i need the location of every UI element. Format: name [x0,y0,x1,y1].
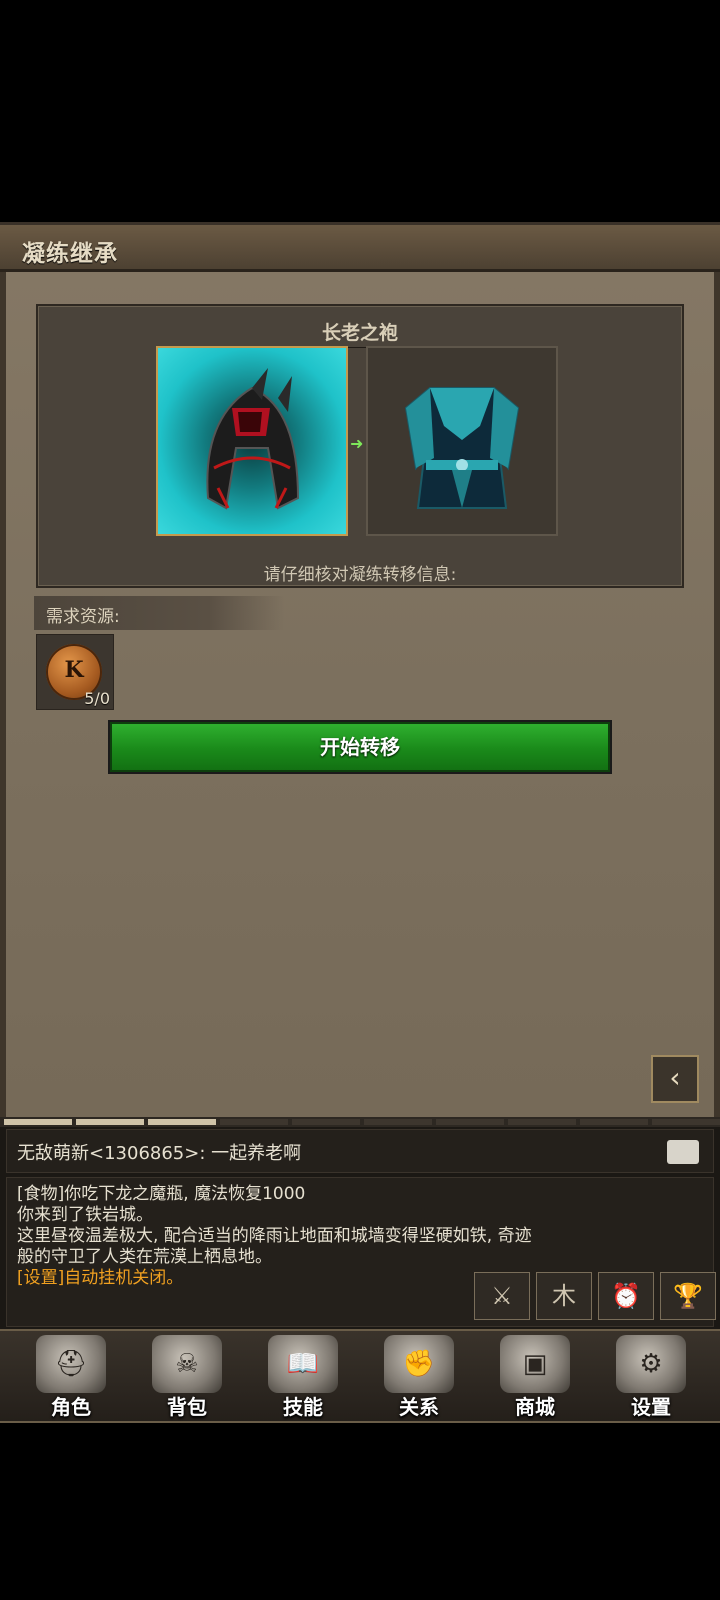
teal-robe-icon [404,387,520,509]
tree-icon[interactable]: 木 [536,1272,592,1320]
log-line: 这里昼夜温差极大, 配合适当的降雨让地面和城墙变得坚硬如铁, 奇迹 [17,1226,532,1246]
chat-tabs [0,1117,720,1127]
chest-icon: ▣ [500,1335,570,1393]
clock-icon[interactable]: ⏰ [598,1272,654,1320]
title-bar: 凝练继承 [0,222,720,272]
gear-icon: ⚙ [616,1335,686,1393]
chat-tab[interactable] [364,1119,432,1125]
nav-item[interactable]: ⛑ 角色 [16,1331,126,1423]
auto-battle-icon[interactable]: ⚔ [474,1272,530,1320]
back-arrow-icon[interactable]: ‹ [651,1055,699,1103]
nav-item[interactable]: ☠ 背包 [132,1331,242,1423]
nav-item[interactable]: 📖 技能 [248,1331,358,1423]
chat-message-text: 无敌萌新<1306865>: 一起养老啊 [17,1143,302,1164]
handshake-icon: ✊ [384,1335,454,1393]
dark-helmet-icon [206,368,300,510]
chat-tab[interactable] [220,1119,288,1125]
resources-header: 需求资源: [34,596,284,630]
spellbook-icon: 📖 [268,1335,338,1393]
info-text: 请仔细核对凝练转移信息: [263,565,457,585]
item-name: 长老之袍 [321,322,398,344]
nav-label: 背包 [167,1395,207,1419]
log-line: [食物]你吃下龙之魔瓶, 魔法恢复1000 [17,1184,306,1204]
chat-tab[interactable] [148,1119,216,1125]
nav-label: 技能 [283,1395,323,1419]
nav-item[interactable]: ⚙ 设置 [596,1331,706,1423]
chat-message[interactable]: 无敌萌新<1306865>: 一起养老啊 [6,1129,714,1173]
chat-tab[interactable] [580,1119,648,1125]
trophy-icon[interactable]: 🏆 [660,1272,716,1320]
nav-label: 设置 [631,1395,671,1419]
nav-label: 商城 [515,1395,555,1419]
nav-item[interactable]: ✊ 关系 [364,1331,474,1423]
chat-tab[interactable] [436,1119,504,1125]
log-line: 般的守卫了人类在荒漠上栖息地。 [17,1247,272,1267]
chat-tab[interactable] [4,1119,72,1125]
bottom-nav: ⛑ 角色 ☠ 背包 📖 技能 ✊ 关系 ▣ 商城 ⚙ 设置 [0,1329,720,1423]
chat-tab[interactable] [76,1119,144,1125]
log-line: 你来到了铁岩城。 [17,1205,153,1225]
nav-item[interactable]: ▣ 商城 [480,1331,590,1423]
chat-bubble-icon[interactable] [667,1140,699,1164]
bag-icon: ☠ [152,1335,222,1393]
log-line: [设置]自动挂机关闭。 [17,1268,184,1288]
source-item-slot[interactable] [156,346,348,536]
item-box: 长老之袍 ➜ 请仔细核对凝练转移信息: [36,304,684,588]
resource-count: 5/0 [84,689,110,708]
page-title: 凝练继承 [22,241,118,267]
start-transfer-button[interactable]: 开始转移 [108,720,612,774]
transfer-arrow-icon: ➜ [350,434,364,453]
helmet-icon: ⛑ [36,1335,106,1393]
resources-header-label: 需求资源: [46,607,120,627]
chat-tab[interactable] [508,1119,576,1125]
nav-label: 角色 [51,1395,91,1419]
resource-slot[interactable]: K 5/0 [36,634,114,710]
coin-letter: K [64,657,84,683]
nav-label: 关系 [399,1395,439,1419]
chat-tab[interactable] [652,1119,720,1125]
target-item-slot[interactable] [366,346,558,536]
chat-tab[interactable] [292,1119,360,1125]
